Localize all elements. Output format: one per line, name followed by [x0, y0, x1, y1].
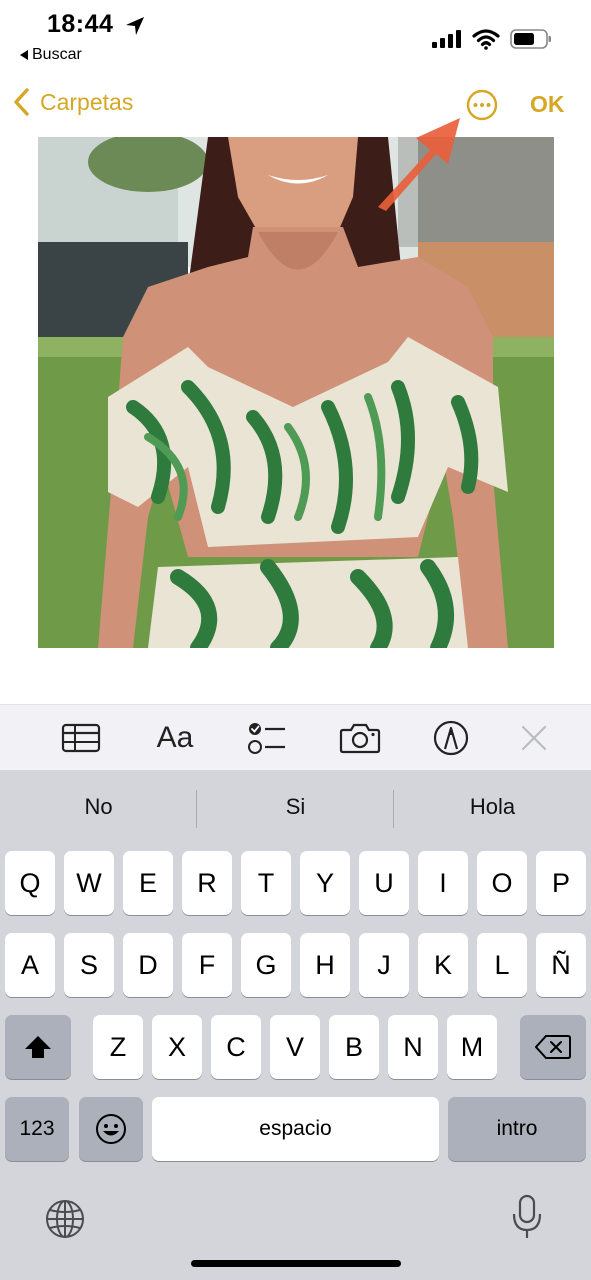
back-app-label: Buscar [32, 46, 82, 63]
key-r[interactable]: R [182, 851, 232, 915]
key-w[interactable]: W [64, 851, 114, 915]
format-button[interactable]: Aa [152, 719, 198, 757]
key-v[interactable]: V [270, 1015, 320, 1079]
key-n[interactable]: N [388, 1015, 438, 1079]
key-q[interactable]: Q [5, 851, 55, 915]
key-k[interactable]: K [418, 933, 468, 997]
markup-button[interactable] [432, 719, 470, 757]
home-indicator [191, 1260, 401, 1267]
camera-button[interactable] [338, 719, 382, 757]
space-key[interactable]: espacio [152, 1097, 439, 1161]
note-photo-attachment[interactable] [38, 137, 554, 648]
status-bar: 18:44 Buscar [0, 0, 591, 70]
cellular-signal-icon [432, 30, 461, 48]
key-b[interactable]: B [329, 1015, 379, 1079]
suggestion-item[interactable]: Si [197, 794, 394, 820]
key-z[interactable]: Z [93, 1015, 143, 1079]
key-m[interactable]: M [447, 1015, 497, 1079]
key-n-tilde[interactable]: Ñ [536, 933, 586, 997]
key-y[interactable]: Y [300, 851, 350, 915]
emoji-key[interactable] [79, 1097, 143, 1161]
key-p[interactable]: P [536, 851, 586, 915]
close-toolbar-button[interactable] [518, 719, 550, 757]
annotation-arrow-icon [378, 118, 460, 211]
nav-bar: Carpetas OK [0, 78, 591, 132]
key-g[interactable]: G [241, 933, 291, 997]
key-l[interactable]: L [477, 933, 527, 997]
return-key[interactable]: intro [448, 1097, 586, 1161]
chevron-left-icon [14, 88, 29, 116]
markup-icon [433, 720, 469, 756]
close-icon [521, 725, 547, 751]
key-o[interactable]: O [477, 851, 527, 915]
shift-icon [25, 1036, 51, 1058]
key-e[interactable]: E [123, 851, 173, 915]
suggestion-bar: No Si Hola [0, 770, 591, 850]
table-icon [61, 723, 101, 753]
location-arrow-icon [126, 17, 144, 35]
back-to-app-link[interactable]: Buscar [20, 46, 82, 64]
more-options-icon[interactable] [466, 89, 498, 121]
ok-button[interactable]: OK [530, 91, 565, 118]
suggestion-item[interactable]: Hola [394, 794, 591, 820]
back-to-folders-button[interactable]: Carpetas [12, 86, 133, 118]
shift-key[interactable] [5, 1015, 71, 1079]
key-f[interactable]: F [182, 933, 232, 997]
battery-icon [510, 29, 551, 49]
back-button-label: Carpetas [40, 88, 134, 115]
suggestion-item[interactable]: No [0, 794, 197, 820]
key-c[interactable]: C [211, 1015, 261, 1079]
emoji-icon [96, 1114, 126, 1144]
key-x[interactable]: X [152, 1015, 202, 1079]
key-h[interactable]: H [300, 933, 350, 997]
table-button[interactable] [60, 719, 102, 757]
keyboard: No Si Hola Q W E R T Y U I O P A S D F G… [0, 770, 591, 1280]
microphone-icon[interactable] [510, 1194, 544, 1240]
key-i[interactable]: I [418, 851, 468, 915]
numbers-key[interactable]: 123 [5, 1097, 69, 1161]
checklist-icon [248, 723, 285, 754]
delete-key[interactable] [520, 1015, 586, 1079]
format-icon: Aa [156, 721, 194, 754]
key-s[interactable]: S [64, 933, 114, 997]
key-t[interactable]: T [241, 851, 291, 915]
key-j[interactable]: J [359, 933, 409, 997]
key-u[interactable]: U [359, 851, 409, 915]
key-a[interactable]: A [5, 933, 55, 997]
back-triangle-icon [20, 50, 28, 60]
wifi-icon [472, 29, 500, 50]
note-toolbar: Aa [0, 704, 591, 770]
globe-icon[interactable] [44, 1198, 86, 1240]
status-time: 18:44 [47, 10, 114, 38]
key-d[interactable]: D [123, 933, 173, 997]
camera-icon [339, 723, 381, 754]
backspace-icon [535, 1035, 571, 1059]
photo-woman-tropical-outfit [38, 137, 554, 648]
checklist-button[interactable] [246, 719, 288, 757]
